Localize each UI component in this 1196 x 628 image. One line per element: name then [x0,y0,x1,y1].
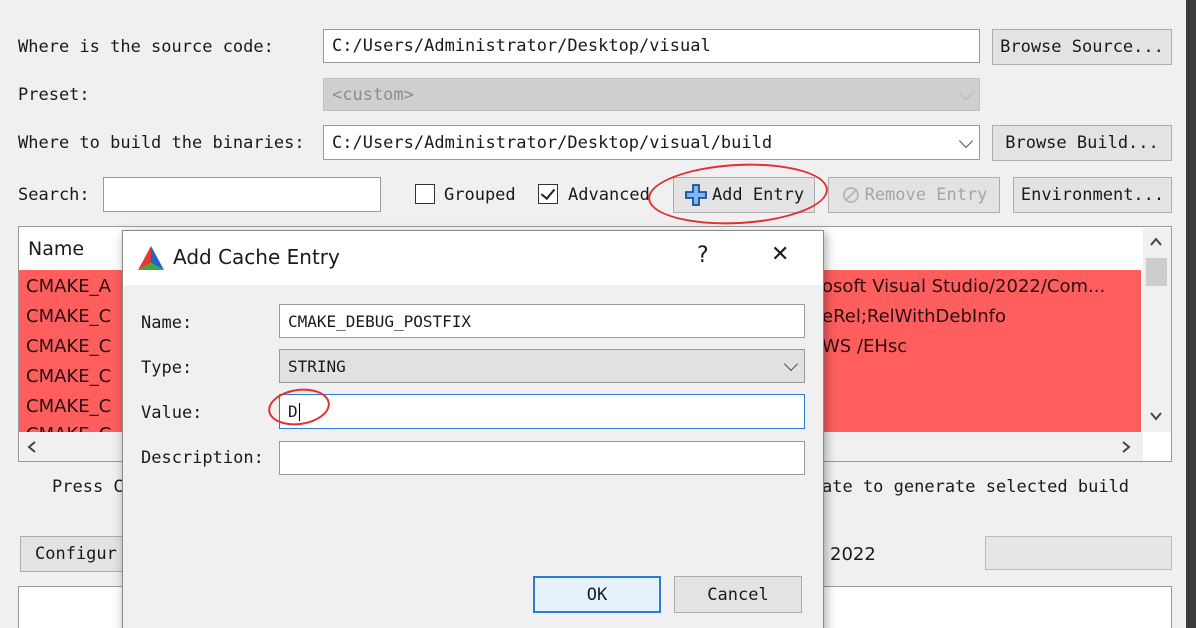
cancel-button[interactable]: Cancel [674,576,802,613]
table-header-name: Name [28,238,85,260]
source-input[interactable]: C:/Users/Administrator/Desktop/visual [323,29,980,63]
ok-button[interactable]: OK [533,576,661,613]
build-label: Where to build the binaries: [18,133,305,153]
add-entry-label: Add Entry [711,185,805,205]
remove-entry-label: Remove Entry [864,185,988,205]
chevron-up-icon[interactable] [1149,236,1163,248]
value-input-value: D [288,402,298,421]
environment-button[interactable]: Environment... [1013,177,1172,213]
name-label: Name: [141,313,193,333]
chevron-right-icon[interactable] [1120,440,1132,454]
dialog-title: Add Cache Entry [173,245,340,269]
advanced-checkbox[interactable] [538,184,558,204]
help-icon[interactable]: ? [697,243,709,268]
table-row-name[interactable]: CMAKE_C [26,362,122,392]
value-label: Value: [141,403,203,423]
description-label: Description: [141,448,264,468]
table-row-name[interactable]: CMAKE_C [26,302,122,332]
table-row-value[interactable]: WS /EHsc [822,332,1140,362]
value-input[interactable]: D [279,394,805,429]
type-label: Type: [141,358,193,378]
name-input[interactable]: CMAKE_DEBUG_POSTFIX [279,304,805,338]
source-input-value: C:/Users/Administrator/Desktop/visual [332,36,711,56]
chevron-down-icon[interactable] [1149,410,1163,422]
chevron-down-icon[interactable] [958,133,974,148]
remove-icon [842,187,859,203]
build-combo[interactable]: C:/Users/Administrator/Desktop/visual/bu… [323,125,980,160]
plus-icon [685,184,707,206]
preset-combo-value: <custom> [332,84,414,105]
table-row-value[interactable]: osoft Visual Studio/2022/Com... [822,272,1140,302]
table-row-name[interactable]: CMAKE_C [26,392,122,422]
grouped-label: Grouped [444,185,516,205]
remove-entry-button[interactable]: Remove Entry [828,177,1000,213]
type-combo[interactable]: STRING [279,349,805,383]
search-label: Search: [18,185,90,205]
press-instructions-text: Press C [52,477,124,497]
text-cursor [298,402,300,421]
add-cache-entry-dialog: Add Cache Entry ? ✕ Name: CMAKE_DEBUG_PO… [122,230,824,628]
table-row-value[interactable]: eRel;RelWithDebInfo [822,302,1140,332]
generator-text: 2022 [830,544,876,565]
source-label: Where is the source code: [18,37,274,57]
chevron-left-icon[interactable] [26,440,38,454]
chevron-down-icon[interactable] [783,356,799,372]
preset-label: Preset: [18,85,90,105]
close-icon[interactable]: ✕ [771,242,789,267]
search-input[interactable] [103,177,381,212]
cmake-logo-icon [138,246,164,270]
table-row-name[interactable]: CMAKE_C [26,332,122,362]
preset-combo[interactable]: <custom> [323,78,980,111]
build-combo-value: C:/Users/Administrator/Desktop/visual/bu… [332,132,773,153]
chevron-down-icon [958,85,974,100]
window-edge [1186,0,1196,628]
type-combo-value: STRING [288,356,346,376]
name-input-value: CMAKE_DEBUG_POSTFIX [288,311,472,331]
press-instructions-text-right: ate to generate selected build [822,477,1130,497]
browse-build-button[interactable]: Browse Build... [992,125,1172,161]
add-entry-button[interactable]: Add Entry [673,177,815,213]
table-row-name[interactable]: CMAKE_A [26,272,122,302]
browse-source-button[interactable]: Browse Source... [992,29,1172,65]
description-input[interactable] [279,441,805,475]
progress-bar [985,536,1172,570]
grouped-checkbox[interactable] [415,184,435,204]
vertical-scrollbar-thumb[interactable] [1146,258,1167,286]
advanced-label: Advanced [568,185,650,205]
table-row-name[interactable]: CMAKE_C [26,420,122,432]
